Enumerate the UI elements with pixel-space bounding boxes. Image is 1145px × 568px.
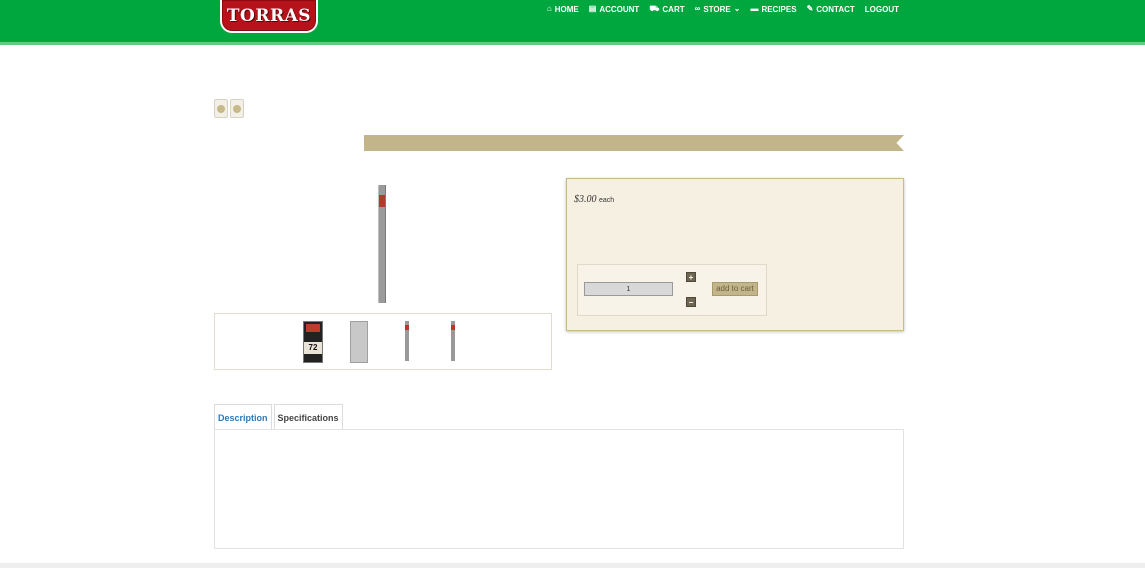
site-header: TORRAS ⌂ HOME ▤ ACCOUNT ⛟ CART ∞ STORE ⌄… [0,0,1145,42]
nav-store[interactable]: ∞ STORE ⌄ [695,5,741,14]
price-value: $3.00 [574,194,597,205]
nav-store-label: STORE [703,4,731,14]
thumbnail-stick-front[interactable] [451,321,455,361]
quantity-decrement-button[interactable]: − [686,297,696,307]
thumbnail-percent-label: 72 [304,342,322,354]
nav-home[interactable]: ⌂ HOME [547,5,579,14]
tab-specifications[interactable]: Specifications [273,404,343,430]
price-unit: each [599,197,615,204]
product-price: $3.00 each [574,194,614,205]
nav-logout-label: LOGOUT [864,4,899,14]
tab-content-panel [214,429,904,549]
thumbnail-stick-side[interactable] [405,321,409,361]
nav-logout[interactable]: LOGOUT [865,5,899,14]
chevron-down-icon: ⌄ [733,4,741,13]
nav-cart[interactable]: ⛟ CART [649,5,684,14]
nav-home-label: HOME [554,4,579,14]
price-panel: $3.00 each + − add to cart [566,178,904,331]
nav-account[interactable]: ▤ ACCOUNT [589,5,640,14]
leaf-icon [230,99,244,118]
edit-icon: ✎ [806,4,814,13]
thumbnail-package-back[interactable] [350,321,368,363]
header-accent-strip [0,42,1145,45]
nav-cart-label: CART [662,4,685,14]
page: TORRAS ⌂ HOME ▤ ACCOUNT ⛟ CART ∞ STORE ⌄… [0,0,1145,568]
nav-contact-label: CONTACT [816,4,855,14]
product-main-image[interactable] [375,185,387,303]
quantity-box: + − add to cart [577,264,767,316]
product-thumbnails: 72 [214,313,552,370]
tab-description[interactable]: Description [214,404,272,430]
product-tabs: Description Specifications [214,404,343,430]
nav-contact[interactable]: ✎ CONTACT [807,5,855,14]
brand-name: TORRAS [226,5,312,26]
thumbnail-package-front[interactable]: 72 [303,321,323,363]
brand-logo[interactable]: TORRAS [220,0,318,33]
leaf-rating [214,99,244,118]
add-to-cart-button[interactable]: add to cart [712,282,758,296]
nav-account-label: ACCOUNT [599,4,640,14]
quantity-increment-button[interactable]: + [686,272,696,282]
home-icon: ⌂ [546,4,552,13]
nav-recipes[interactable]: ▬ RECIPES [750,5,796,14]
nav-recipes-label: RECIPES [761,4,797,14]
cart-icon: ⛟ [649,4,660,13]
book-icon: ▬ [750,4,759,13]
quantity-input[interactable] [584,282,673,296]
leaf-icon [214,99,228,118]
footer-strip [0,563,1145,568]
product-stick-image [378,185,386,303]
id-card-icon: ▤ [588,4,597,13]
binoculars-icon: ∞ [694,4,701,13]
main-nav: ⌂ HOME ▤ ACCOUNT ⛟ CART ∞ STORE ⌄ ▬ RECI… [547,3,899,15]
product-title-ribbon [364,135,904,151]
